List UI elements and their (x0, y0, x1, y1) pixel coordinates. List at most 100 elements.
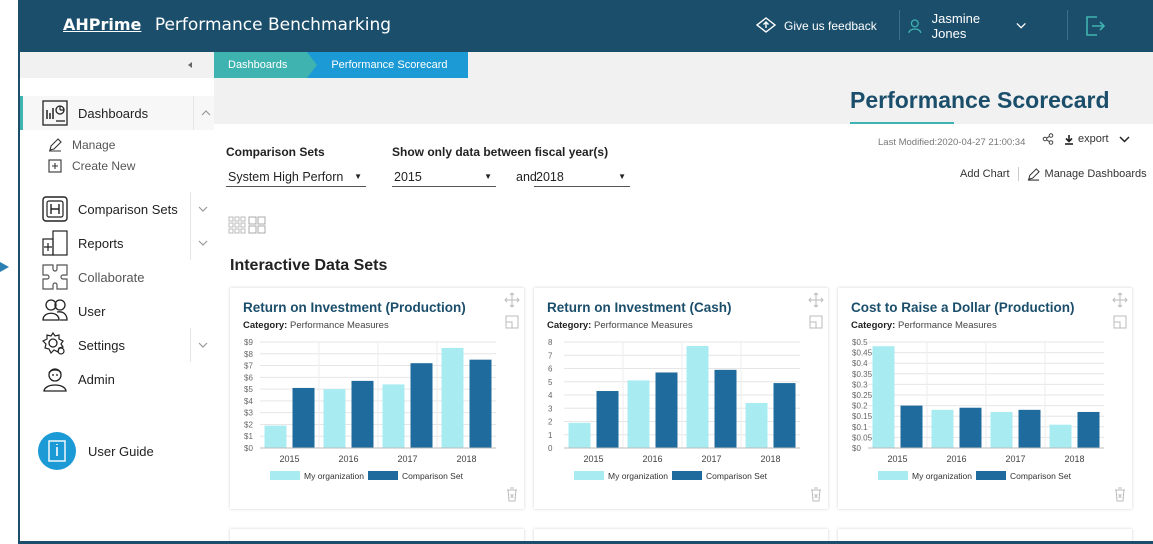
bar[interactable] (1049, 424, 1072, 448)
dashboard-icon (42, 100, 68, 126)
bar[interactable] (990, 411, 1013, 448)
chart-title: Return on Investment (Cash) (547, 300, 732, 315)
grid-3x3-icon[interactable] (228, 216, 246, 234)
y-tick-label: $1 (244, 432, 253, 441)
chevron-down-icon[interactable] (1119, 135, 1130, 143)
y-tick-label: $0.35 (852, 370, 873, 379)
sidebar-item-collaborate[interactable]: Collaborate (20, 260, 214, 294)
export-button[interactable]: export (1064, 133, 1109, 145)
bar[interactable] (773, 383, 796, 448)
chevron-left-icon (188, 62, 192, 68)
bar[interactable] (1077, 411, 1100, 448)
bar[interactable] (382, 384, 405, 448)
caret-down-icon: ▼ (618, 172, 626, 181)
bar[interactable] (596, 391, 619, 448)
y-tick-label: $0 (852, 444, 861, 453)
breadcrumb-item-dashboards[interactable]: Dashboards (214, 52, 318, 78)
grid-2x2-icon[interactable] (248, 216, 266, 234)
sidebar-collapse-toggle[interactable] (20, 52, 214, 78)
bar[interactable] (264, 425, 287, 448)
resize-icon[interactable] (1112, 314, 1128, 330)
chart-title: Return on Investment (Production) (243, 300, 466, 315)
chevron-down-icon[interactable] (190, 192, 214, 226)
category-value: Performance Measures (593, 320, 693, 331)
x-tick-label: 2016 (642, 454, 662, 464)
user-menu[interactable]: Jasmine Jones (904, 11, 1030, 41)
bar[interactable] (1018, 409, 1041, 448)
bar[interactable] (872, 346, 895, 448)
delete-icon[interactable] (1112, 486, 1128, 502)
sidebar-item-user[interactable]: User (20, 294, 214, 328)
bar[interactable] (686, 345, 709, 448)
bar[interactable] (441, 347, 464, 448)
legend-label: Comparison Set (402, 471, 464, 481)
bar[interactable] (469, 359, 492, 448)
bar[interactable] (410, 363, 433, 448)
sidebar-subitem-label: Create New (72, 159, 136, 173)
download-icon (1065, 134, 1073, 145)
bar[interactable] (323, 389, 346, 448)
bar[interactable] (351, 380, 374, 448)
chart-card: Cost to Raise a Dollar (Production) Cate… (838, 288, 1132, 509)
bar[interactable] (959, 407, 982, 448)
sidebar-subitem-label: Manage (72, 138, 116, 152)
x-tick-label: 2018 (456, 454, 476, 464)
chevron-down-icon[interactable] (190, 226, 214, 260)
chart-category: Category: Performance Measures (243, 320, 389, 331)
chevron-down-icon (1016, 22, 1026, 29)
dashboard-toolbar: export (1042, 133, 1130, 145)
bar[interactable] (655, 372, 678, 448)
chevron-down-icon[interactable] (190, 328, 214, 362)
caret-down-icon: ▼ (484, 172, 492, 181)
sidebar-subitem-manage[interactable]: Manage (48, 136, 115, 154)
resize-icon[interactable] (504, 314, 520, 330)
comparison-set-select[interactable]: System High Perforn ▼ (226, 167, 366, 187)
bar[interactable] (745, 402, 768, 448)
y-tick-label: $0.05 (852, 433, 873, 442)
sidebar-item-label: Admin (78, 371, 115, 387)
sidebar-subitem-create-new[interactable]: Create New (48, 157, 135, 175)
bar-chart: $0$0.05$0.1$0.15$0.2$0.25$0.3$0.35$0.4$0… (852, 338, 1104, 481)
brand[interactable]: AHPrime Performance Benchmarking (63, 15, 391, 35)
header-divider (899, 10, 900, 40)
chart-category: Category: Performance Measures (547, 320, 693, 331)
plus-box-icon (48, 159, 62, 173)
y-tick-label: 5 (548, 378, 553, 387)
move-icon[interactable] (1112, 292, 1128, 308)
sidebar-item-comparison-sets[interactable]: Comparison Sets (20, 192, 214, 226)
sidebar-item-reports[interactable]: Reports (20, 226, 214, 260)
logout-button[interactable] (1084, 14, 1106, 38)
bar[interactable] (900, 405, 923, 448)
sidebar-item-dashboards[interactable]: Dashboards (20, 96, 214, 130)
add-chart-button[interactable]: Add Chart (960, 168, 1010, 180)
y-tick-label: $0.5 (852, 338, 868, 347)
share-icon[interactable] (1042, 133, 1054, 145)
resize-icon[interactable] (808, 314, 824, 330)
bar[interactable] (931, 409, 954, 448)
x-tick-label: 2018 (1064, 454, 1084, 464)
manage-dashboards-button[interactable]: Manage Dashboards (1027, 167, 1147, 181)
user-guide-link[interactable]: User Guide (38, 432, 154, 470)
bar[interactable] (292, 387, 315, 448)
bar[interactable] (714, 369, 737, 448)
delete-icon[interactable] (504, 486, 520, 502)
bar[interactable] (627, 380, 650, 448)
book-icon (38, 432, 76, 470)
bar-chart: 0 1 2 3 4 5 6 7 8 2015 2016 2017 2018 My organization… (548, 338, 800, 481)
sidebar-item-label: User (78, 303, 106, 319)
y-tick-label: 8 (548, 338, 553, 347)
export-label: export (1078, 133, 1109, 145)
year-from-select[interactable]: 2015 ▼ (392, 167, 496, 187)
legend-label: My organization (912, 471, 972, 481)
move-icon[interactable] (504, 292, 520, 308)
delete-icon[interactable] (808, 486, 824, 502)
year-to-select[interactable]: 2018 ▼ (534, 167, 630, 187)
feedback-label: Give us feedback (784, 19, 877, 33)
move-icon[interactable] (808, 292, 824, 308)
sidebar-item-admin[interactable]: Admin (20, 362, 214, 396)
sidebar-item-settings[interactable]: Settings (20, 328, 214, 362)
feedback-button[interactable]: Give us feedback (756, 12, 877, 40)
legend-swatch (270, 471, 300, 480)
legend-swatch (368, 471, 398, 480)
bar[interactable] (568, 422, 591, 448)
